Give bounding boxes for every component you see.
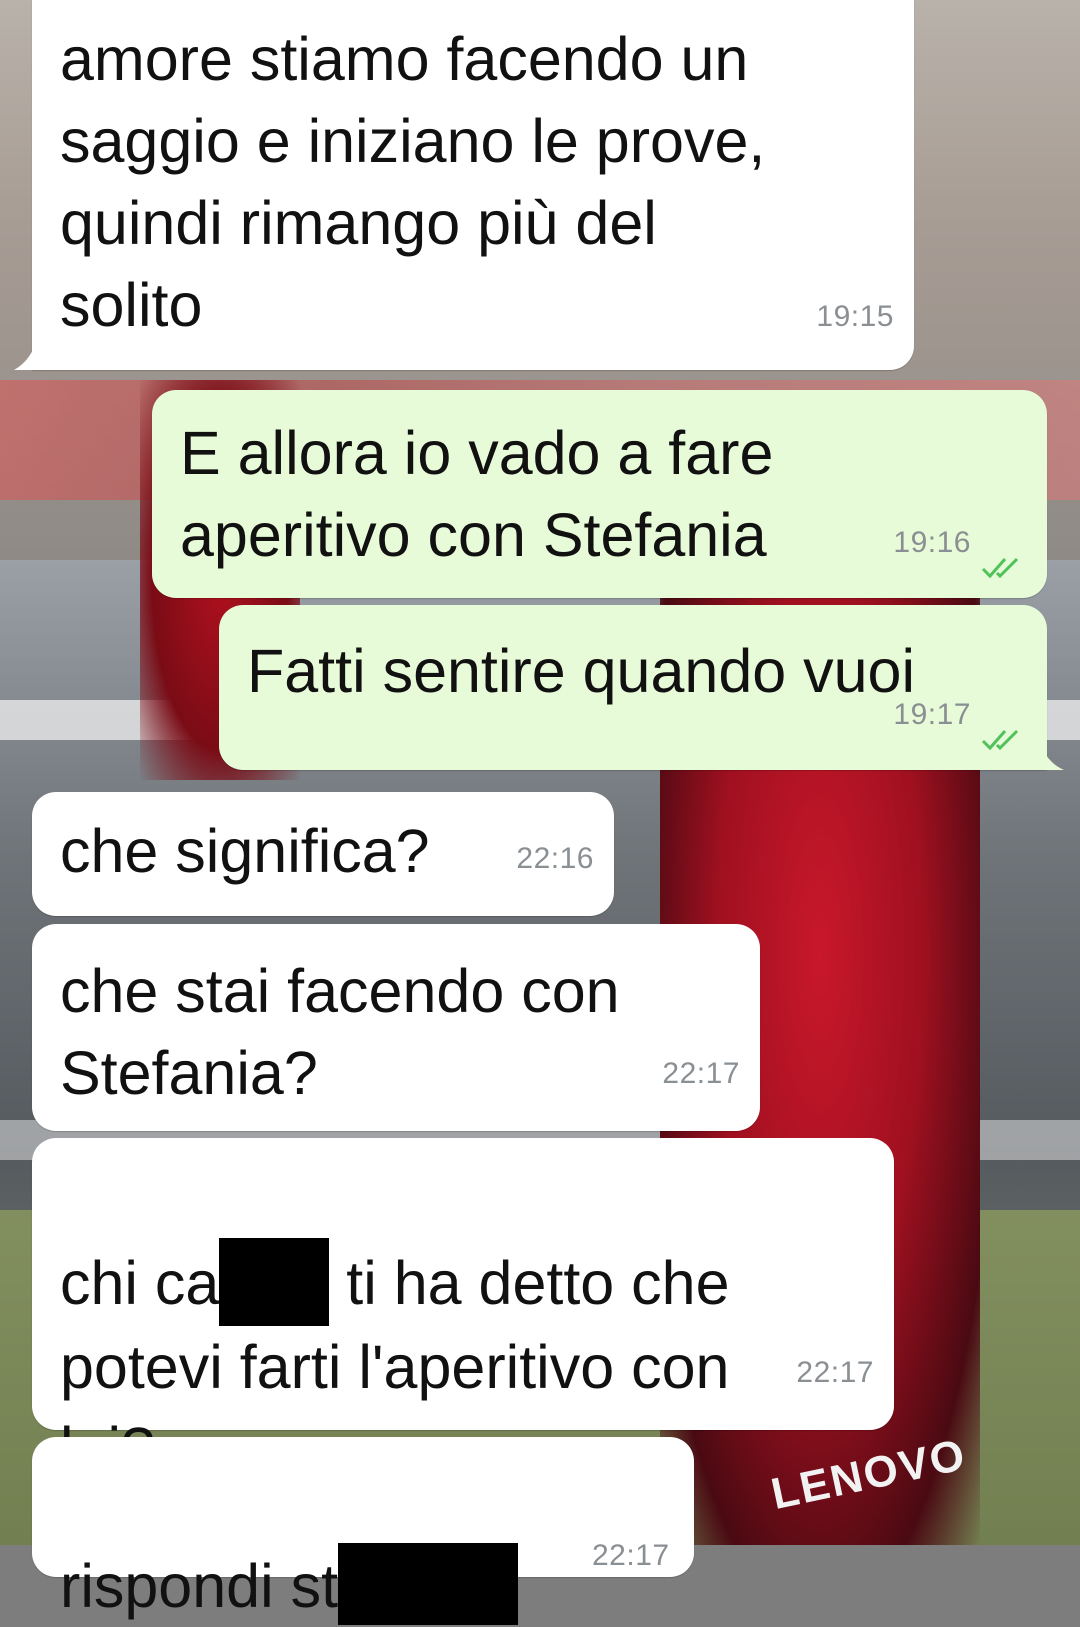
message-incoming[interactable]: amore stiamo facendo un saggio e inizian… — [32, 0, 914, 370]
message-timestamp: 22:17 — [796, 1356, 874, 1389]
message-text: che stai facendo con Stefania? — [60, 957, 620, 1107]
message-timestamp: 22:16 — [516, 842, 594, 875]
message-timestamp: 22:17 — [662, 1057, 740, 1090]
message-incoming[interactable]: che significa? 22:16 — [32, 792, 614, 916]
message-text-part: rispondi st — [60, 1552, 339, 1620]
bubble-tail — [1040, 742, 1064, 770]
redacted-block — [338, 1542, 519, 1625]
message-incoming[interactable]: rispondi st 22:17 — [32, 1437, 694, 1625]
redacted-block — [219, 1237, 330, 1326]
message-text: rispondi st — [60, 1463, 519, 1627]
message-text: Fatti sentire quando vuoi — [247, 637, 916, 705]
message-text: E allora io vado a fare aperitivo con St… — [180, 419, 774, 569]
message-timestamp: 22:17 — [592, 1539, 670, 1572]
message-outgoing[interactable]: Fatti sentire quando vuoi 19:17 — [219, 605, 1047, 770]
message-timestamp: 19:15 — [816, 300, 894, 333]
bubble-tail — [14, 336, 38, 370]
double-check-icon — [981, 557, 1019, 579]
message-timestamp: 19:17 — [893, 698, 971, 731]
message-text: amore stiamo facendo un saggio e inizian… — [60, 25, 766, 339]
message-incoming[interactable]: che stai facendo con Stefania? 22:17 — [32, 924, 760, 1131]
message-timestamp: 19:16 — [893, 526, 971, 559]
message-text-part: chi ca — [60, 1249, 220, 1317]
message-text: che significa? — [60, 817, 430, 885]
double-check-icon — [981, 729, 1019, 751]
message-outgoing[interactable]: E allora io vado a fare aperitivo con St… — [152, 390, 1047, 598]
message-incoming[interactable]: chi ca ti ha detto che potevi farti l'ap… — [32, 1138, 894, 1483]
